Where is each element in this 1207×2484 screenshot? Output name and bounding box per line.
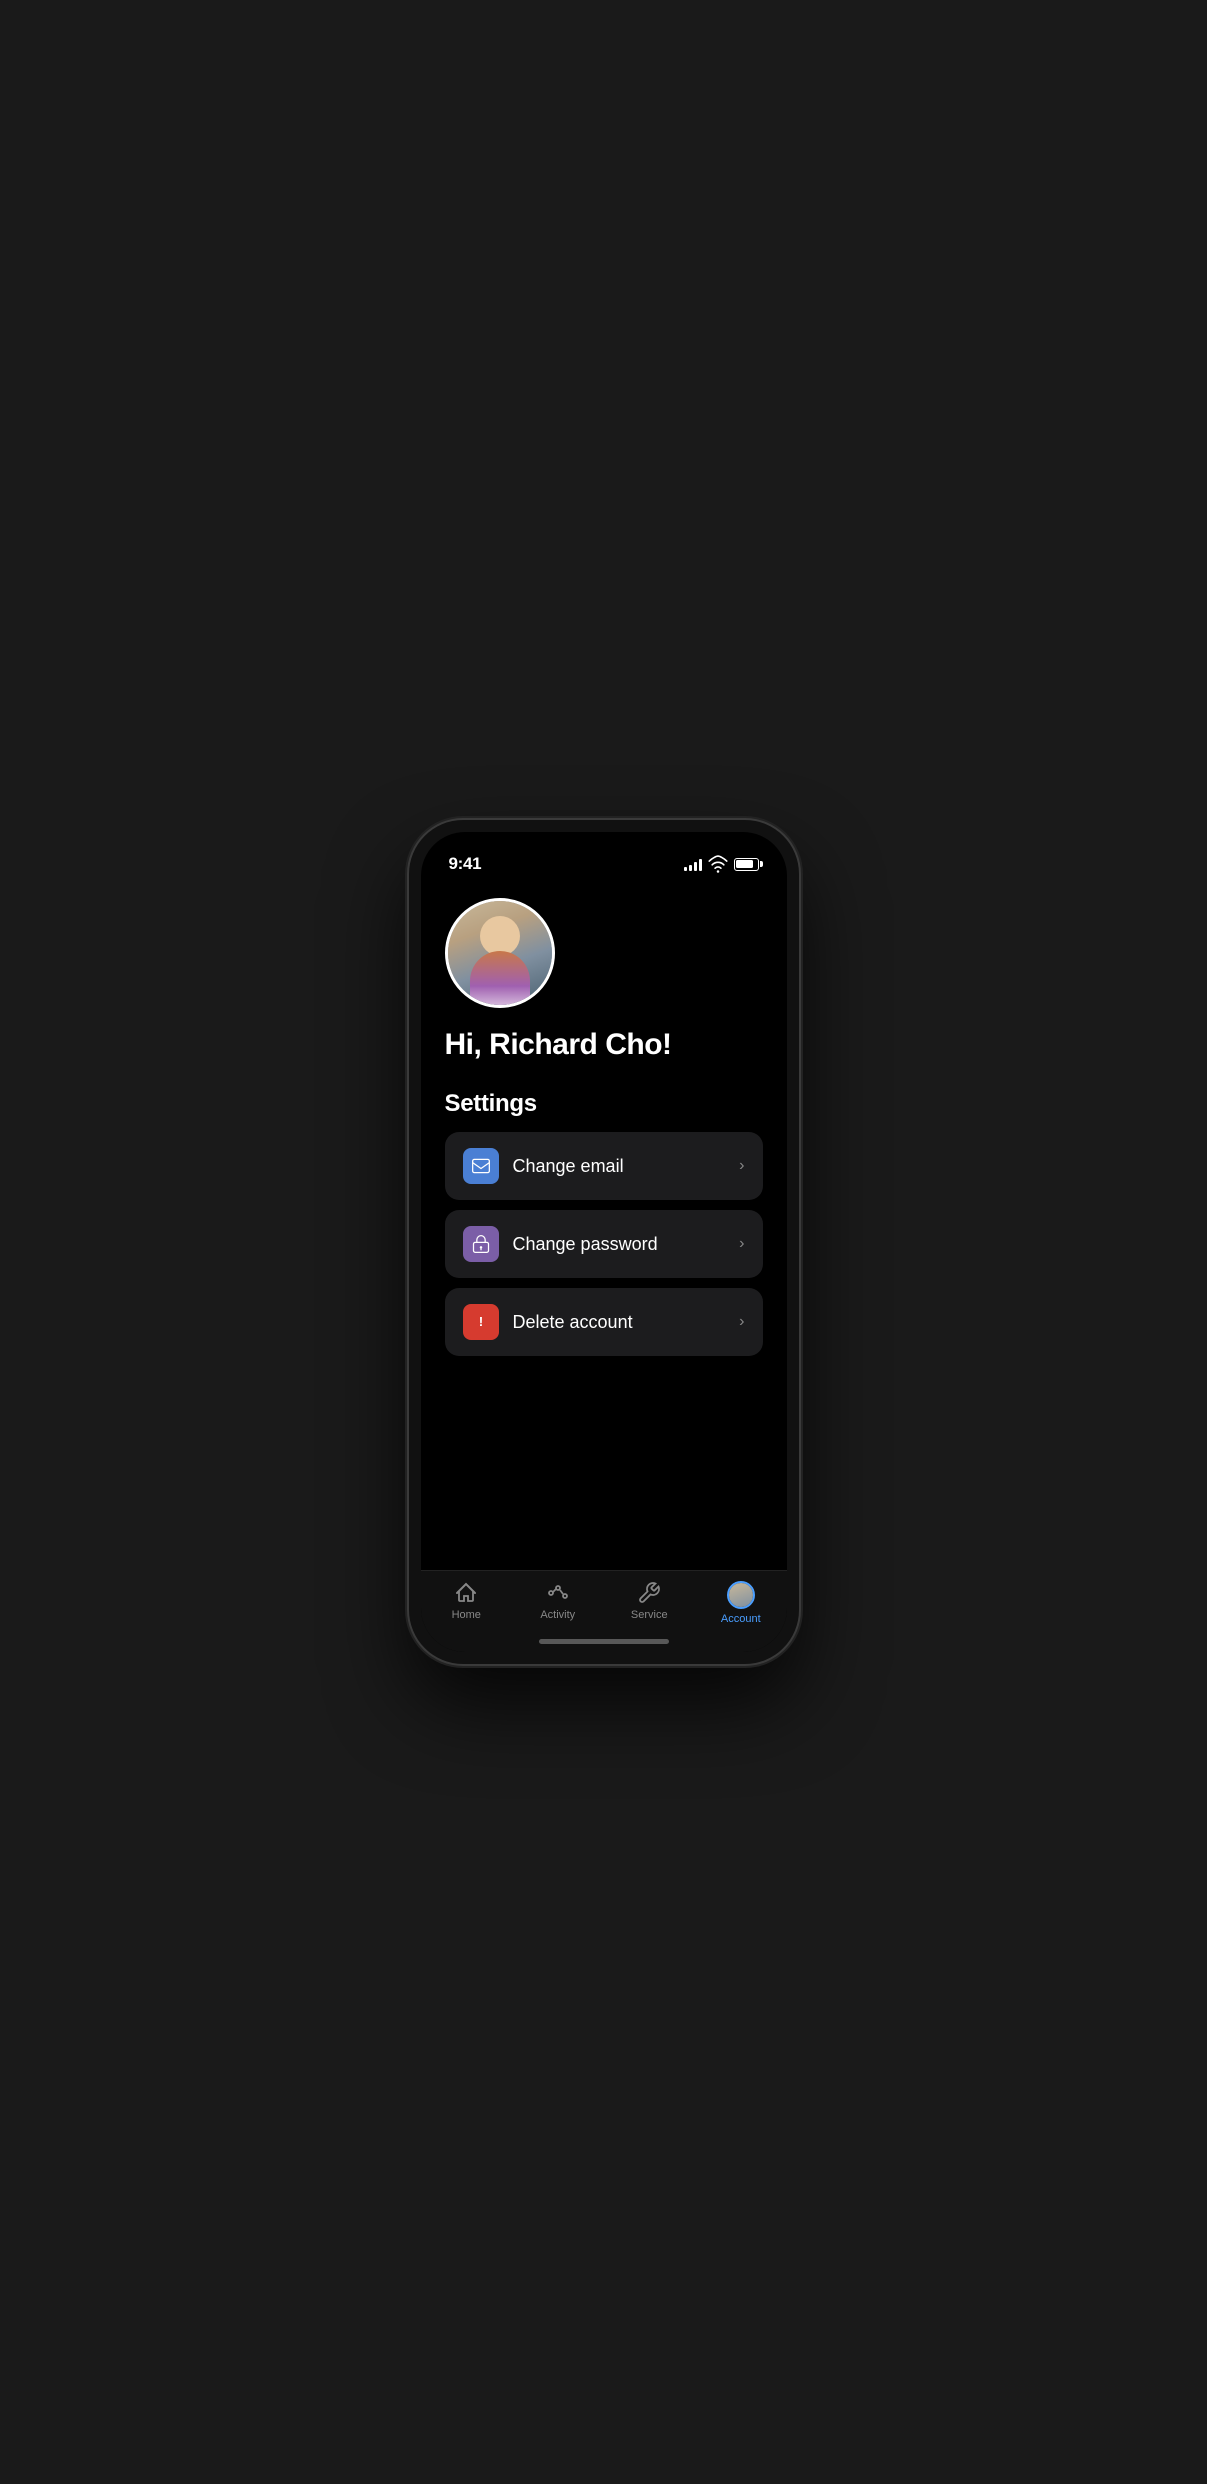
avatar-container <box>445 898 763 1008</box>
nav-home[interactable]: Home <box>421 1581 513 1621</box>
change-password-button[interactable]: Change password › <box>445 1210 763 1278</box>
phone-frame: 9:41 <box>409 820 799 1664</box>
wifi-icon <box>708 854 728 874</box>
greeting-text: Hi, Richard Cho! <box>445 1028 763 1062</box>
settings-list: Change email › Change password › <box>445 1132 763 1356</box>
battery-icon <box>734 858 759 871</box>
settings-heading: Settings <box>445 1090 763 1118</box>
email-svg <box>471 1156 491 1176</box>
nav-activity[interactable]: Activity <box>512 1581 604 1621</box>
home-indicator <box>539 1639 669 1644</box>
nav-account-avatar <box>727 1581 755 1609</box>
status-icons <box>684 854 759 874</box>
delete-account-button[interactable]: ! Delete account › <box>445 1288 763 1356</box>
nav-account-label: Account <box>721 1613 761 1625</box>
signal-icon <box>684 858 702 871</box>
activity-icon <box>546 1581 570 1605</box>
dynamic-island <box>544 844 664 878</box>
password-icon <box>463 1226 499 1262</box>
delete-account-label: Delete account <box>513 1312 726 1333</box>
nav-account[interactable]: Account <box>695 1581 787 1625</box>
status-time: 9:41 <box>449 854 482 874</box>
nav-home-label: Home <box>452 1609 481 1621</box>
avatar-image <box>448 901 552 1005</box>
svg-text:!: ! <box>478 1314 482 1329</box>
nav-service[interactable]: Service <box>604 1581 696 1621</box>
change-email-chevron: › <box>739 1157 744 1175</box>
phone-screen: 9:41 <box>421 832 787 1652</box>
delete-svg: ! <box>471 1312 491 1332</box>
avatar <box>445 898 555 1008</box>
main-content: Hi, Richard Cho! Settings Change email › <box>421 882 787 1570</box>
change-password-label: Change password <box>513 1234 726 1255</box>
service-icon <box>637 1581 661 1605</box>
change-email-button[interactable]: Change email › <box>445 1132 763 1200</box>
delete-account-chevron: › <box>739 1313 744 1331</box>
email-icon <box>463 1148 499 1184</box>
home-icon <box>454 1581 478 1605</box>
password-svg <box>471 1234 491 1254</box>
nav-service-label: Service <box>631 1609 668 1621</box>
bottom-nav: Home Activity Service <box>421 1570 787 1652</box>
nav-activity-label: Activity <box>540 1609 575 1621</box>
delete-icon: ! <box>463 1304 499 1340</box>
nav-avatar-image <box>729 1583 753 1607</box>
change-password-chevron: › <box>739 1235 744 1253</box>
change-email-label: Change email <box>513 1156 726 1177</box>
